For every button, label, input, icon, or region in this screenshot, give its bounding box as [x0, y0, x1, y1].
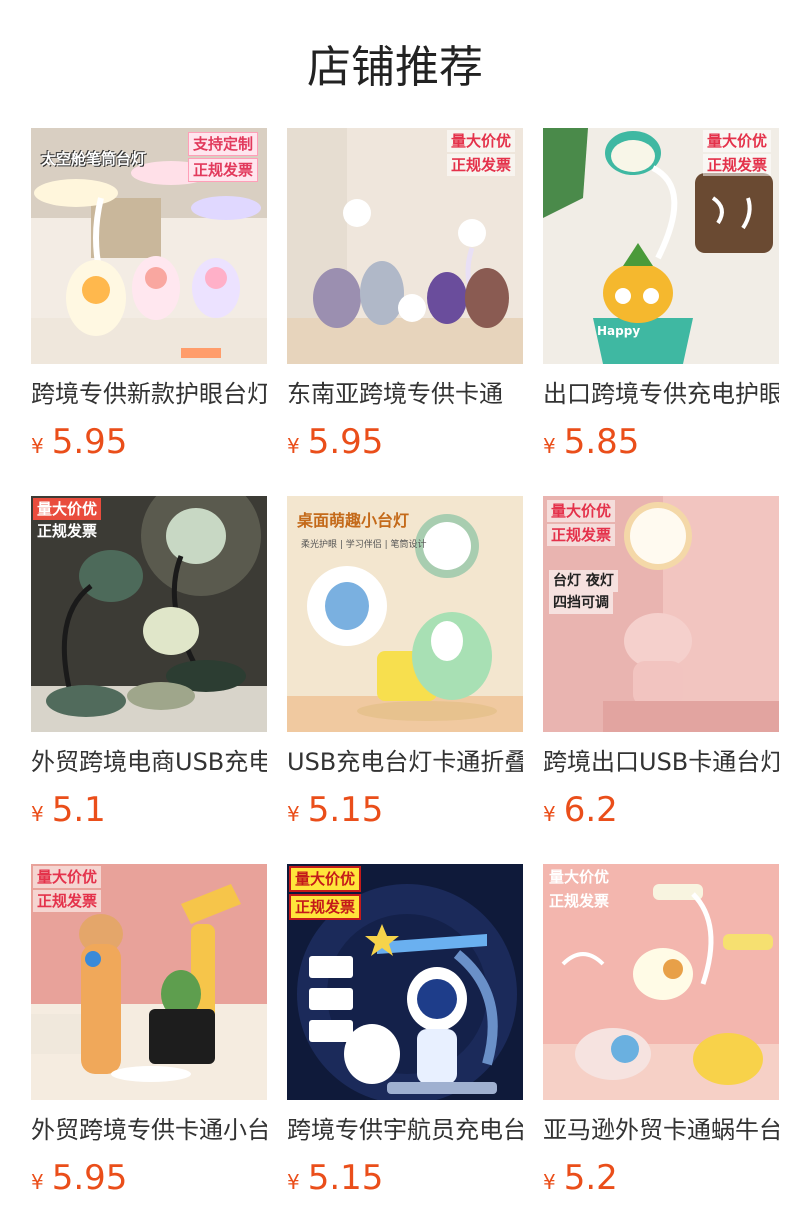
product-badge: 量大价优: [33, 866, 102, 888]
product-price: ¥5.15: [287, 1158, 523, 1204]
product-price: ¥5.85: [543, 422, 779, 468]
product-badge: 正规发票: [289, 894, 362, 920]
product-badge: 量大价优: [547, 500, 616, 522]
product-badge: 量大价优: [289, 866, 362, 892]
product-name[interactable]: 外贸跨境专供卡通小台灯: [31, 1114, 267, 1146]
product-name[interactable]: 亚马逊外贸卡通蜗牛台灯: [543, 1114, 779, 1146]
product-image[interactable]: 量大价优 正规发票: [543, 864, 779, 1100]
product-name[interactable]: 跨境专供宇航员充电台灯: [287, 1114, 523, 1146]
price-value: 5.85: [563, 422, 640, 462]
price-value: 5.2: [563, 1158, 618, 1198]
product-badge: 正规发票: [703, 154, 772, 176]
price-value: 6.2: [563, 790, 618, 830]
product-name[interactable]: 跨境出口USB卡通台灯: [543, 746, 779, 778]
product-badge: 量大价优: [703, 130, 772, 152]
currency-symbol: ¥: [543, 802, 556, 826]
image-subcaption: 柔光护眼 | 学习伴侣 | 笔筒设计: [301, 540, 427, 550]
product-card[interactable]: 量大价优 正规发票 Happy 出口跨境专供充电护眼 ¥5.85: [543, 128, 779, 468]
product-card[interactable]: 量大价优 正规发票 外贸跨境电商USB充电 ¥5.1: [31, 496, 267, 836]
product-image[interactable]: 支持定制 正规发票 太空舱笔筒台灯: [31, 128, 267, 364]
product-price: ¥5.2: [543, 1158, 779, 1204]
image-caption: Happy: [597, 324, 641, 338]
product-price: ¥5.95: [287, 422, 523, 468]
product-name[interactable]: USB充电台灯卡通折叠: [287, 746, 523, 778]
currency-symbol: ¥: [543, 434, 556, 458]
product-image[interactable]: 量大价优 正规发票: [287, 864, 523, 1100]
product-card[interactable]: 支持定制 正规发票 太空舱笔筒台灯 跨境专供新款护眼台灯 ¥5.95: [31, 128, 267, 468]
currency-symbol: ¥: [31, 1170, 44, 1194]
price-value: 5.1: [51, 790, 106, 830]
product-card[interactable]: 量大价优 正规发票 东南亚跨境专供卡通 ¥5.95: [287, 128, 523, 468]
currency-symbol: ¥: [543, 1170, 556, 1194]
product-badge: 量大价优: [447, 130, 516, 152]
product-image[interactable]: 量大价优 正规发票: [287, 128, 523, 364]
product-price: ¥6.2: [543, 790, 779, 836]
product-price: ¥5.15: [287, 790, 523, 836]
product-badge: 正规发票: [447, 154, 516, 176]
image-caption: 桌面萌趣小台灯: [297, 511, 410, 530]
price-value: 5.95: [307, 422, 384, 462]
product-badge: 正规发票: [33, 890, 102, 912]
currency-symbol: ¥: [287, 1170, 300, 1194]
product-image[interactable]: 量大价优 正规发票 Happy: [543, 128, 779, 364]
price-value: 5.95: [51, 422, 128, 462]
price-value: 5.95: [51, 1158, 128, 1198]
price-value: 5.15: [307, 790, 384, 830]
product-image[interactable]: 量大价优 正规发票: [31, 496, 267, 732]
image-caption: 太空舱笔筒台灯: [41, 150, 147, 168]
product-badge: 量大价优: [33, 498, 102, 520]
product-image[interactable]: 量大价优 正规发票: [31, 864, 267, 1100]
product-badge: 正规发票: [547, 524, 616, 546]
product-card[interactable]: 量大价优 正规发票 外贸跨境专供卡通小台灯 ¥5.95: [31, 864, 267, 1204]
product-price: ¥5.95: [31, 1158, 267, 1204]
product-image[interactable]: 量大价优 正规发票 台灯 夜灯 四挡可调: [543, 496, 779, 732]
product-badge: 正规发票: [549, 892, 610, 910]
page-title: 店铺推荐: [307, 42, 483, 93]
product-image[interactable]: 桌面萌趣小台灯 柔光护眼 | 学习伴侣 | 笔筒设计: [287, 496, 523, 732]
image-subcaption: 四挡可调: [549, 592, 613, 614]
product-price: ¥5.1: [31, 790, 267, 836]
product-card[interactable]: 量大价优 正规发票 跨境专供宇航员充电台灯 ¥5.15: [287, 864, 523, 1204]
product-card[interactable]: 量大价优 正规发票 台灯 夜灯 四挡可调 跨境出口USB卡通台灯 ¥6.2: [543, 496, 779, 836]
product-name[interactable]: 外贸跨境电商USB充电: [31, 746, 267, 778]
product-price: ¥5.95: [31, 422, 267, 468]
currency-symbol: ¥: [31, 802, 44, 826]
product-card[interactable]: 桌面萌趣小台灯 柔光护眼 | 学习伴侣 | 笔筒设计 USB充电台灯卡通折叠 ¥…: [287, 496, 523, 836]
currency-symbol: ¥: [287, 434, 300, 458]
product-badge: 支持定制: [188, 132, 259, 156]
product-name[interactable]: 出口跨境专供充电护眼: [543, 378, 779, 410]
product-badge: 量大价优: [549, 868, 610, 886]
product-card[interactable]: 量大价优 正规发票 亚马逊外贸卡通蜗牛台灯 ¥5.2: [543, 864, 779, 1204]
product-name[interactable]: 东南亚跨境专供卡通: [287, 378, 523, 410]
product-badge: 正规发票: [188, 158, 259, 182]
product-name[interactable]: 跨境专供新款护眼台灯: [31, 378, 267, 410]
currency-symbol: ¥: [31, 434, 44, 458]
product-badge: 正规发票: [37, 522, 98, 540]
currency-symbol: ¥: [287, 802, 300, 826]
price-value: 5.15: [307, 1158, 384, 1198]
image-caption: 台灯 夜灯: [549, 570, 618, 592]
